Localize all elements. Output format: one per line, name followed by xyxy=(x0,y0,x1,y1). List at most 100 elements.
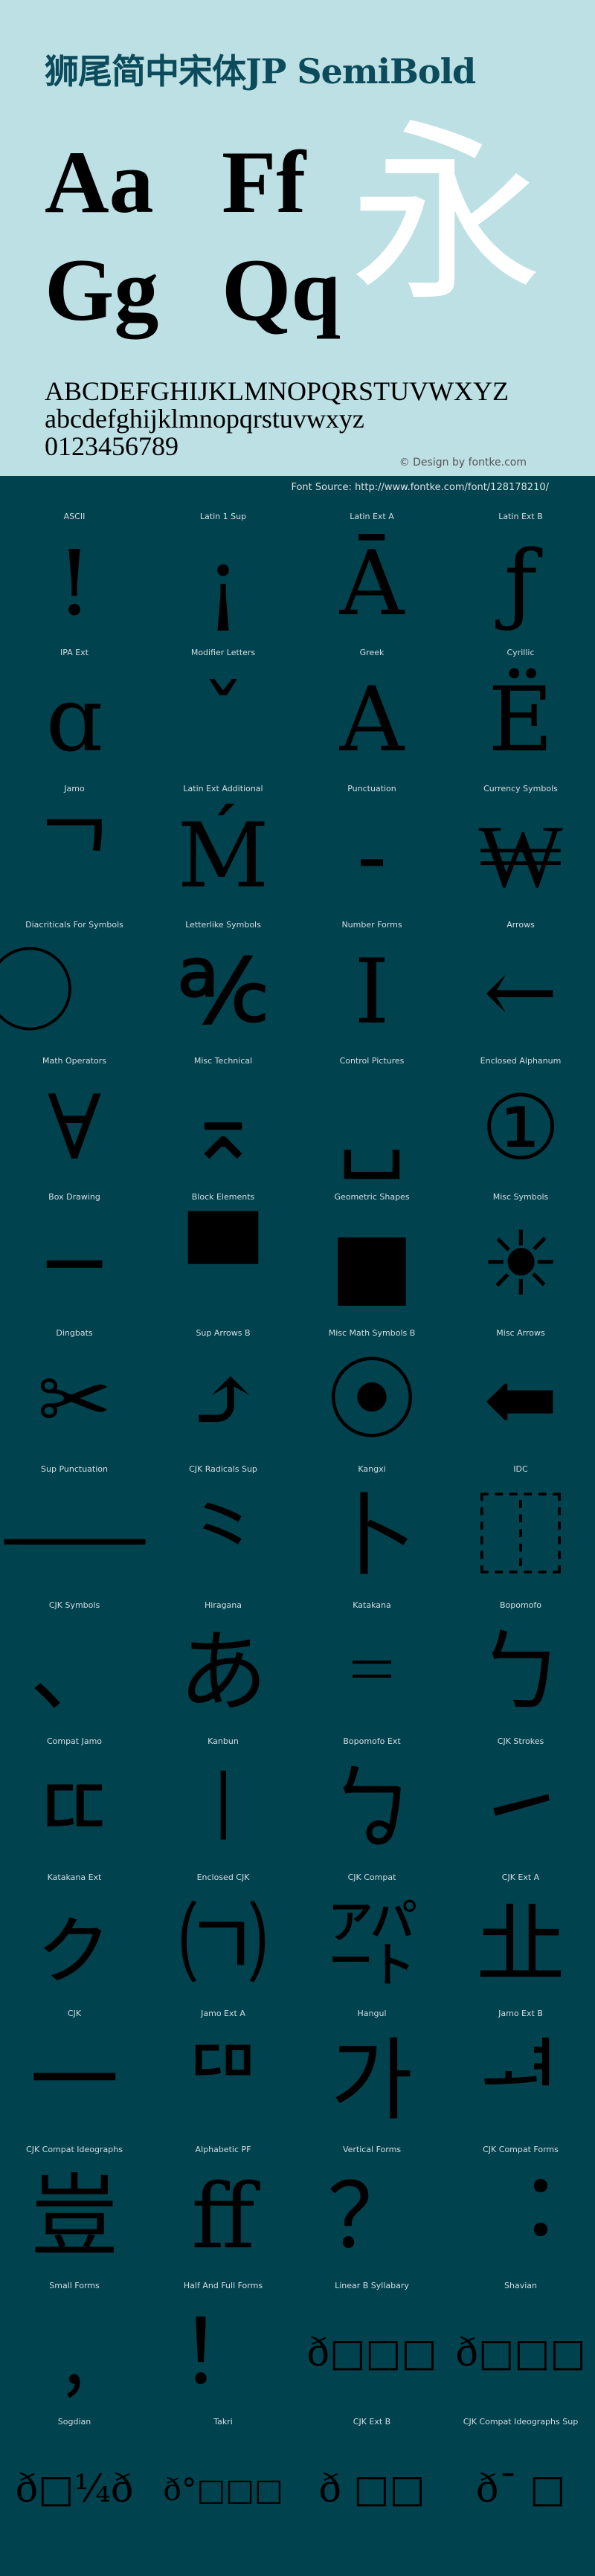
block-label: Dingbats xyxy=(56,1328,93,1338)
block-cell: CJK Compat Ideographs Sup ð¯ □ xyxy=(446,2412,595,2548)
digits: 0123456789 xyxy=(45,431,178,461)
block-cell: Misc Technical ⌅ xyxy=(149,1052,298,1188)
block-label: CJK Compat Ideographs Sup xyxy=(463,2417,579,2427)
block-sample-glyph: ？ xyxy=(327,2166,416,2269)
block-sample-glyph: ㆠ xyxy=(327,1757,416,1861)
block-cell: Linear B Syllabary ð□□□ xyxy=(298,2276,446,2412)
block-sample-glyph: ！ xyxy=(178,2302,268,2405)
block-label: Enclosed CJK xyxy=(196,1873,250,1882)
block-sample-glyph: ① xyxy=(480,1077,561,1180)
block-cell: Compat Jamo ㄸ xyxy=(0,1732,149,1868)
block-cell: Alphabetic PF ﬀ xyxy=(149,2140,298,2276)
block-label: Number Forms xyxy=(341,920,402,930)
block-cell: Kangxi ⼘ xyxy=(298,1460,446,1596)
design-credit: © Design by fontke.com xyxy=(399,457,527,468)
specimen-qq: Qq xyxy=(222,240,341,339)
block-label: IDC xyxy=(513,1464,528,1474)
block-sample-glyph: ∀ xyxy=(47,1077,102,1180)
block-label: CJK Compat Forms xyxy=(483,2145,559,2154)
block-sample-glyph: ⃝ xyxy=(0,941,149,1045)
block-label: Jamo xyxy=(64,784,85,793)
font-source-link[interactable]: Font Source: http://www.fontke.com/font/… xyxy=(291,482,549,493)
block-cell: Hangul 가 xyxy=(298,2004,446,2140)
block-sample-glyph: ␣ xyxy=(338,1077,406,1180)
block-sample-glyph: ㄅ xyxy=(476,1621,565,1725)
block-cell: Hiragana あ xyxy=(149,1596,298,1732)
block-cell: Jamo Ext A ꥠ xyxy=(149,2004,298,2140)
block-sample-glyph: ƒ xyxy=(504,532,538,636)
block-sample-glyph: ᄀ xyxy=(33,805,116,908)
block-sample-glyph: ℀ xyxy=(177,941,269,1044)
specimen-aa: Aa xyxy=(45,132,154,231)
block-label: CJK Ext B xyxy=(353,2417,391,2427)
block-sample-glyph: ㌀ xyxy=(327,1893,416,1997)
block-label: CJK Compat Ideographs xyxy=(26,2145,123,2154)
block-cell: Kanbun ㆐ xyxy=(149,1732,298,1868)
block-sample-glyph: Ё xyxy=(488,669,553,772)
block-sample-glyph: ✂ xyxy=(36,1349,112,1452)
lowercase-alphabet: abcdefghijklmnopqrstuvwxyz xyxy=(45,404,364,434)
block-cell: Misc Arrows ⬅ xyxy=(446,1324,595,1460)
block-label: Latin Ext B xyxy=(498,512,543,521)
block-cell: Greek Α xyxy=(298,643,446,779)
specimen-header: 狮尾简中宋体JP SemiBold Aa Ff Gg Qq 永 ABCDEFGH… xyxy=(0,0,595,476)
block-label: ASCII xyxy=(63,512,86,521)
block-sample-glyph: ⺀ xyxy=(178,1485,268,1588)
block-sample-glyph: ㇀ xyxy=(476,1757,565,1861)
block-cell: Takri ð°□□□ xyxy=(149,2412,298,2548)
block-label: Kanbun xyxy=(208,1736,239,1746)
block-sample-glyph: ⌅ xyxy=(185,1077,261,1180)
block-cell: Cyrillic Ё xyxy=(446,643,595,779)
block-cell: Sup Punctuation ⸺ xyxy=(0,1460,149,1596)
block-label: Misc Math Symbols B xyxy=(328,1328,416,1338)
block-cell: IPA Ext ɑ xyxy=(0,643,149,779)
block-sample-glyph: Ā xyxy=(339,532,405,636)
block-cell: Currency Symbols ₩ xyxy=(446,779,595,915)
block-cell: CJK Compat Forms ︓ xyxy=(446,2140,595,2276)
block-cell: ASCII! xyxy=(0,507,149,643)
block-cell: Letterlike Symbols ℀ xyxy=(149,915,298,1052)
hero-glyph: 永 xyxy=(350,103,543,328)
block-sample-glyph: ⿰ xyxy=(476,1485,565,1588)
block-sample-glyph: ₩ xyxy=(478,805,563,908)
block-label: Misc Symbols xyxy=(492,1192,549,1202)
block-cell: Math Operators ∀ xyxy=(0,1052,149,1188)
uppercase-alphabet: ABCDEFGHIJKLMNOPQRSTUVWXYZ xyxy=(45,376,509,406)
block-label: Punctuation xyxy=(347,784,396,793)
block-sample-glyph: ɑ xyxy=(45,669,103,772)
block-label: Hiragana xyxy=(204,1600,242,1610)
block-label: Letterlike Symbols xyxy=(185,920,261,930)
block-sample-glyph: ⼘ xyxy=(327,1485,416,1588)
block-cell: CJK Symbols 、 xyxy=(0,1596,149,1732)
block-label: Katakana xyxy=(353,1600,391,1610)
block-cell: CJK Radicals Sup ⺀ xyxy=(149,1460,298,1596)
block-label: Hangul xyxy=(357,2009,387,2018)
block-label: Alphabetic PF xyxy=(195,2145,251,2154)
block-sample-glyph: ힰ xyxy=(479,2029,562,2133)
block-label: Sup Arrows B xyxy=(196,1328,251,1338)
block-cell: Latin 1 Sup ¡ xyxy=(149,507,298,643)
block-sample-glyph: ■ xyxy=(329,1213,414,1316)
block-sample-glyph: ⤴ xyxy=(185,1349,261,1452)
block-label: Katakana Ext xyxy=(47,1873,102,1882)
block-label: Compat Jamo xyxy=(46,1736,103,1746)
block-label: CJK Ext A xyxy=(501,1873,540,1882)
block-cell: Bopomofo ㄅ xyxy=(446,1596,595,1732)
block-cell: Modifier Letters ˇ xyxy=(149,643,298,779)
block-label: Misc Technical xyxy=(193,1056,253,1066)
block-cell: Dingbats ✂ xyxy=(0,1324,149,1460)
block-label: Enclosed Alphanum xyxy=(480,1056,562,1066)
block-label: Diacriticals For Symbols xyxy=(25,920,123,930)
block-sample-glyph: ▀ xyxy=(188,1213,258,1316)
block-cell: Katakana ゠ xyxy=(298,1596,446,1732)
block-cell: CJK 一 xyxy=(0,2004,149,2140)
block-sample-glyph: ☀ xyxy=(480,1213,561,1316)
block-label: CJK xyxy=(67,2009,82,2018)
block-label: Latin Ext A xyxy=(350,512,394,521)
block-label: Arrows xyxy=(506,920,535,930)
block-cell: Bopomofo Ext ㆠ xyxy=(298,1732,446,1868)
block-cell: Misc Math Symbols B ⦿ xyxy=(298,1324,446,1460)
block-label: Box Drawing xyxy=(48,1192,100,1202)
block-sample-glyph: ð¯ □ xyxy=(475,2467,566,2511)
block-label: CJK Strokes xyxy=(497,1736,544,1746)
